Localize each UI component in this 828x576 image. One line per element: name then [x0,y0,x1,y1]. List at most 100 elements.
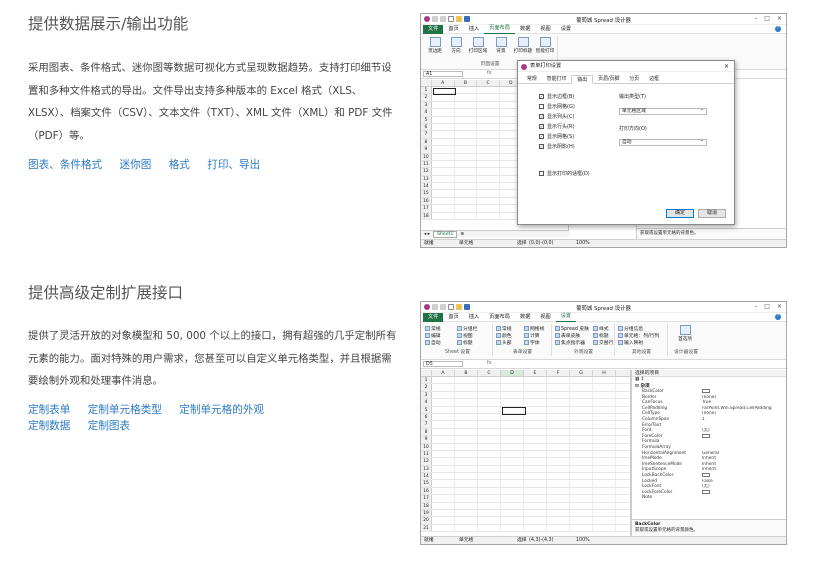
grid-cell[interactable] [593,502,616,510]
row-header[interactable]: 11 [421,450,432,458]
column-header[interactable]: H [593,370,616,376]
grid-cell[interactable] [432,205,455,212]
smart-print-button[interactable]: 智能打印 [535,37,555,54]
grid-cell[interactable] [432,175,455,183]
grid-cell[interactable] [432,450,455,458]
grid-cell[interactable] [570,480,593,487]
grid-cell[interactable] [455,517,478,524]
grid-cell[interactable] [455,146,478,153]
grid-cell[interactable] [593,428,616,436]
group-info-button[interactable]: 分组信息 [618,325,643,332]
grid-cell[interactable] [455,524,478,532]
grid-cell[interactable] [501,510,524,517]
grid-cell[interactable] [432,138,455,146]
grid-cell[interactable] [570,384,593,391]
tab-general[interactable]: 常规 [522,75,542,83]
grid-cell[interactable] [501,524,524,532]
grid-cell[interactable] [455,87,478,94]
grid-cell[interactable] [547,524,570,532]
grid-cell[interactable] [593,421,616,428]
name-box[interactable]: A1 [423,71,463,77]
status-zoom[interactable]: 100% [576,240,590,247]
grid-cell[interactable] [477,212,500,220]
menu-home[interactable]: 首页 [443,313,463,322]
row-header[interactable]: 10 [421,153,432,160]
header-button[interactable]: 头部 [496,339,512,346]
dialog-close-icon[interactable]: × [724,61,729,72]
alternating-rows-button[interactable]: 交替行 [593,339,613,346]
grid-cell[interactable] [547,406,570,413]
grid-cell[interactable] [432,487,455,495]
dialog-checkbox[interactable]: ✓ 显示列头(C) [539,113,574,120]
row-header[interactable]: 15 [421,480,432,487]
grid-cell[interactable] [547,495,570,502]
active-cell[interactable] [502,407,526,415]
grid-cell[interactable] [477,168,500,175]
grid-cell[interactable] [477,109,500,116]
grid-cell[interactable] [478,443,501,450]
grid-cell[interactable] [478,465,501,473]
grid-cell[interactable] [455,487,478,495]
grid-cell[interactable] [432,443,455,450]
grid-cell[interactable] [455,502,478,510]
orientation-button[interactable]: 方向 [446,37,466,54]
grid-cell[interactable] [570,450,593,458]
grid-cell[interactable] [455,458,478,465]
grid-cell[interactable] [432,131,455,138]
grid-cell[interactable] [524,413,547,421]
grid-cell[interactable] [593,510,616,517]
active-cell[interactable] [433,88,456,95]
grid-cell[interactable] [524,406,547,413]
grid-cell[interactable] [455,131,478,138]
font-button[interactable]: 字体 [524,339,540,346]
grid-cell[interactable] [501,377,524,384]
column-header[interactable]: B [455,370,478,376]
link-custom-chart[interactable]: 定制图表 [88,418,130,434]
grid-cell[interactable] [501,399,524,406]
row-header[interactable]: 12 [421,458,432,465]
grid-cell[interactable] [547,421,570,428]
grid-cell[interactable] [547,517,570,524]
grid-cell[interactable] [501,384,524,391]
grid-cell[interactable] [524,391,547,399]
link-chart-conditional-format[interactable]: 图表、条件格式 [28,157,102,173]
heading-button[interactable]: 标题 [593,332,609,339]
grid-cell[interactable] [455,510,478,517]
minimize-icon[interactable]: – [754,15,757,22]
dialog-checkbox[interactable]: 显示打印的话框(D) [539,170,590,177]
grid-cell[interactable] [547,480,570,487]
grid-cell[interactable] [501,458,524,465]
menu-settings[interactable]: 设置 [555,312,577,322]
cell-row-column-button[interactable]: 单元格：列/行列 [618,332,659,339]
grid-cell[interactable] [570,399,593,406]
focus-indicator-button[interactable]: 焦点指示器 [555,339,585,346]
grid-cell[interactable] [455,473,478,480]
grid-cell[interactable] [547,399,570,406]
menu-insert[interactable]: 插入 [464,25,484,34]
grid-cell[interactable] [455,377,478,384]
grid-cell[interactable] [524,384,547,391]
grid-cell[interactable] [455,160,478,168]
menu-page-layout[interactable]: 页面布局 [484,313,515,322]
row-header[interactable]: 2 [421,384,432,391]
grid-cell[interactable] [593,406,616,413]
help-icon[interactable]: ? [775,26,781,32]
row-header[interactable]: 9 [421,436,432,443]
grid-cell[interactable] [524,428,547,436]
row-header[interactable]: 8 [421,138,432,146]
grid-cell[interactable] [547,391,570,399]
grid-cell[interactable] [478,502,501,510]
grid-cell[interactable] [478,406,501,413]
row-header[interactable]: 7 [421,421,432,428]
grid-cell[interactable] [524,450,547,458]
grid-cell[interactable] [524,399,547,406]
grid-cell[interactable] [455,421,478,428]
grid-cell[interactable] [570,473,593,480]
grid-cell[interactable] [455,450,478,458]
spread-skin-button[interactable]: Spread 皮肤 [555,325,589,332]
grid-cell[interactable] [477,190,500,197]
style-button[interactable]: 样式 [593,325,609,332]
grid-cell[interactable] [593,377,616,384]
grid-cell[interactable] [524,480,547,487]
menu-insert[interactable]: 插入 [464,313,484,322]
